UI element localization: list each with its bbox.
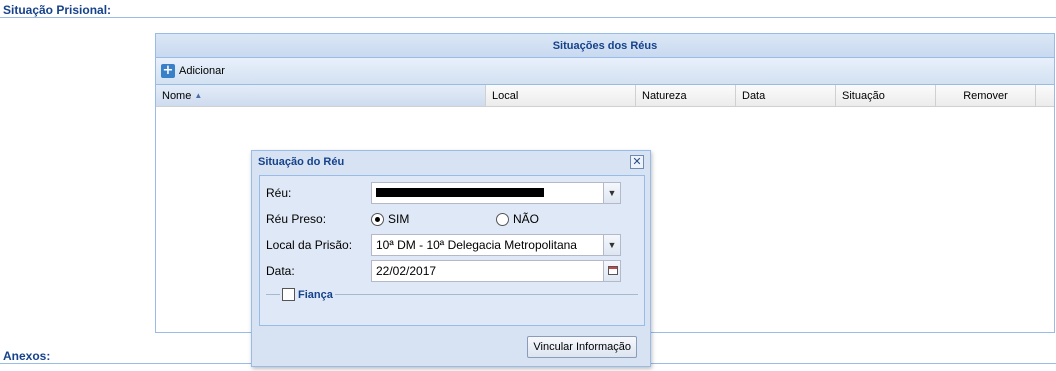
column-label-situacao: Situação xyxy=(842,89,885,102)
column-header-data[interactable]: Data xyxy=(736,85,836,106)
form-row-data: Data: 22/02/2017 xyxy=(266,260,621,282)
section-divider xyxy=(0,17,1056,18)
add-button-label: Adicionar xyxy=(179,65,225,77)
reu-label: Réu: xyxy=(266,186,292,200)
column-header-natureza[interactable]: Natureza xyxy=(636,85,736,106)
radio-sim[interactable]: SIM xyxy=(371,212,496,226)
dialog-title-bar[interactable]: Situação do Réu ✕ xyxy=(252,151,650,173)
radio-sim-label: SIM xyxy=(388,212,410,226)
form-row-local: Local da Prisão: 10ª DM - 10ª Delegacia … xyxy=(266,234,621,256)
local-value: 10ª DM - 10ª Delegacia Metropolitana xyxy=(376,238,577,252)
column-label-natureza: Natureza xyxy=(642,89,687,102)
grid-toolbar: + Adicionar xyxy=(156,58,1054,85)
local-label: Local da Prisão: xyxy=(266,238,353,252)
column-header-nome[interactable]: Nome ▲ xyxy=(156,85,486,106)
dialog-title: Situação do Réu xyxy=(258,156,345,168)
data-label: Data: xyxy=(266,264,295,278)
radio-nao-label: NÃO xyxy=(513,212,540,226)
column-label-local: Local xyxy=(492,89,519,102)
radio-nao-button[interactable] xyxy=(496,212,509,226)
redacted-reu-value xyxy=(376,188,544,198)
date-field[interactable]: 22/02/2017 xyxy=(371,260,621,282)
calendar-icon xyxy=(608,266,618,275)
section-title-anexos: Anexos: xyxy=(3,349,51,363)
situacao-reu-dialog: Situação do Réu ✕ Réu: ▼ Réu Preso: SIM … xyxy=(251,150,651,367)
dialog-form: Réu: ▼ Réu Preso: SIM NÃO Local da Prisã… xyxy=(259,175,645,326)
date-picker-trigger[interactable] xyxy=(603,261,620,281)
form-row-reu: Réu: ▼ xyxy=(266,182,621,204)
close-icon[interactable]: ✕ xyxy=(630,155,644,169)
fianca-checkbox[interactable] xyxy=(282,288,295,301)
sort-ascending-icon: ▲ xyxy=(194,90,203,100)
column-label-nome: Nome xyxy=(162,89,192,102)
chevron-down-icon[interactable]: ▼ xyxy=(603,235,620,255)
column-label-data: Data xyxy=(742,89,766,102)
radio-sim-button[interactable] xyxy=(371,212,384,226)
vincular-informacao-button[interactable]: Vincular Informação xyxy=(527,336,637,358)
grid-column-headers: Nome ▲ Local Natureza Data Situação Remo… xyxy=(156,85,1054,107)
fianca-legend: Fiança xyxy=(280,288,335,301)
radio-nao[interactable]: NÃO xyxy=(496,212,539,226)
column-header-local[interactable]: Local xyxy=(486,85,636,106)
section-title-situacao-prisional: Situação Prisional: xyxy=(3,3,112,17)
reu-combobox[interactable]: ▼ xyxy=(371,182,621,204)
local-combobox[interactable]: 10ª DM - 10ª Delegacia Metropolitana ▼ xyxy=(371,234,621,256)
form-row-reu-preso: Réu Preso: SIM NÃO xyxy=(266,208,539,230)
column-label-remover: Remover xyxy=(963,89,1008,102)
chevron-down-icon[interactable]: ▼ xyxy=(603,183,620,203)
plus-icon: + xyxy=(161,63,175,78)
grid-title: Situações dos Réus xyxy=(156,34,1054,58)
fianca-label: Fiança xyxy=(298,288,333,301)
date-value: 22/02/2017 xyxy=(376,264,437,278)
column-header-remover[interactable]: Remover xyxy=(936,85,1036,106)
reu-preso-radio-group: SIM NÃO xyxy=(371,212,539,226)
reu-preso-label: Réu Preso: xyxy=(266,212,327,226)
add-button[interactable]: + Adicionar xyxy=(161,64,225,78)
column-header-situacao[interactable]: Situação xyxy=(836,85,936,106)
